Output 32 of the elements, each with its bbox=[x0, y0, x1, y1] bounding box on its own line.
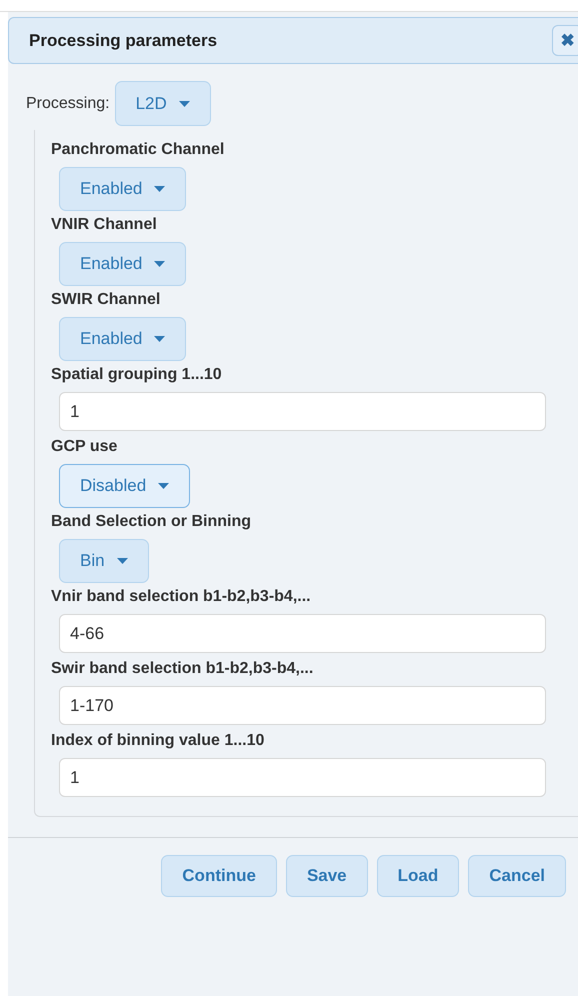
caret-icon bbox=[178, 100, 190, 106]
field-label: Swir band selection b1-b2,b3-b4,... bbox=[51, 659, 314, 679]
dialog-button[interactable]: Save bbox=[286, 855, 368, 897]
processing-dropdown[interactable]: L2D bbox=[114, 81, 211, 126]
input-field[interactable]: 1 bbox=[59, 392, 546, 431]
caret-icon bbox=[116, 558, 128, 564]
field-label: Band Selection or Binning bbox=[51, 512, 252, 532]
dialog-button[interactable]: Continue bbox=[161, 855, 277, 897]
dropdown[interactable]: Bin bbox=[59, 539, 149, 583]
input-field[interactable]: 1-170 bbox=[59, 686, 546, 725]
field-label: Index of binning value 1...10 bbox=[51, 731, 264, 751]
close-button[interactable]: ✖ bbox=[552, 25, 578, 56]
dropdown[interactable]: Enabled bbox=[59, 317, 186, 361]
dialog-button[interactable]: Cancel bbox=[468, 855, 566, 897]
dropdown[interactable]: Enabled bbox=[59, 242, 186, 286]
dropdown[interactable]: Enabled bbox=[59, 167, 186, 211]
field-label: VNIR Channel bbox=[51, 215, 157, 235]
caret-icon bbox=[154, 261, 166, 267]
dialog-button[interactable]: Load bbox=[376, 855, 460, 897]
field-label: Panchromatic Channel bbox=[51, 140, 224, 160]
field-label: Vnir band selection b1-b2,b3-b4,... bbox=[51, 587, 311, 607]
dropdown[interactable]: Disabled bbox=[59, 464, 190, 508]
dialog-title: Processing parameters bbox=[29, 30, 218, 50]
caret-icon bbox=[158, 483, 170, 489]
field-label: SWIR Channel bbox=[51, 290, 160, 310]
input-field[interactable]: 4-66 bbox=[59, 614, 546, 653]
processing-label: Processing: bbox=[26, 94, 110, 112]
input-field[interactable]: 1 bbox=[59, 758, 546, 797]
field-label: GCP use bbox=[51, 437, 118, 457]
field-label: Spatial grouping 1...10 bbox=[51, 365, 222, 385]
caret-icon bbox=[154, 186, 166, 192]
caret-icon bbox=[154, 336, 166, 342]
